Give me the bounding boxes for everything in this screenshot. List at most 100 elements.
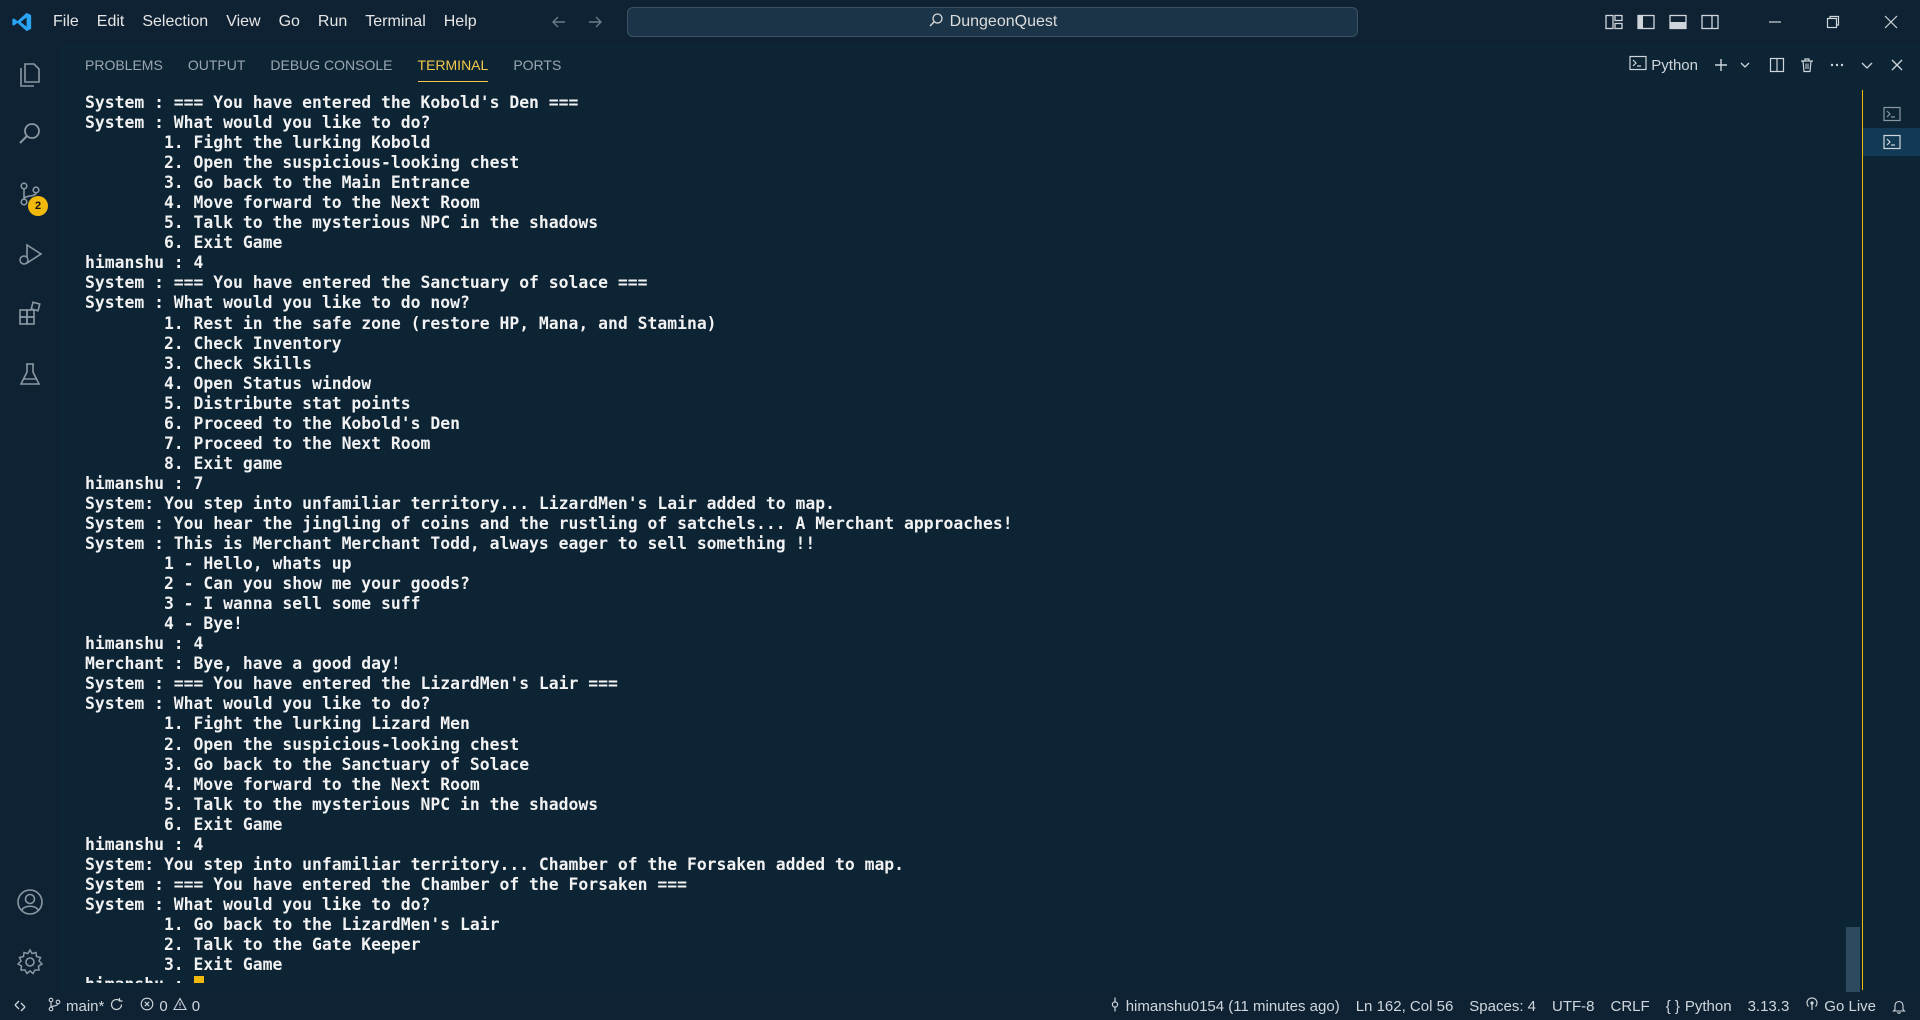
terminal-icon — [1629, 55, 1647, 75]
terminal-line: System : === You have entered the Kobold… — [85, 93, 579, 112]
terminal-line: 2. Talk to the Gate Keeper — [85, 934, 421, 954]
notifications-bell-icon[interactable] — [1884, 992, 1920, 1020]
vscode-logo-icon — [0, 0, 44, 44]
navigation-arrows — [546, 9, 608, 35]
toggle-primary-sidebar-icon[interactable] — [1630, 6, 1662, 38]
cursor-position[interactable]: Ln 162, Col 56 — [1348, 992, 1462, 1020]
git-blame-label: himanshu0154 (11 minutes ago) — [1125, 997, 1340, 1015]
toggle-secondary-sidebar-icon[interactable] — [1694, 6, 1726, 38]
terminal-line: 4 - Bye! — [85, 614, 243, 634]
terminal-line: 8. Exit game — [85, 453, 283, 473]
terminal-line: 5. Talk to the mysterious NPC in the sha… — [85, 213, 599, 233]
source-control-icon[interactable]: 2 — [0, 164, 60, 224]
menu-help[interactable]: Help — [435, 7, 486, 37]
terminal-output[interactable]: System : === You have entered the Kobold… — [85, 93, 1505, 983]
terminal-line: 2. Open the suspicious-looking chest — [85, 153, 520, 173]
title-bar-controls — [1598, 0, 1920, 44]
terminal-line: System : === You have entered the Sanctu… — [85, 273, 648, 293]
search-icon — [928, 12, 944, 33]
back-arrow-icon[interactable] — [546, 9, 572, 35]
terminal-prompt-line[interactable]: himanshu : — [85, 975, 1505, 983]
tab-terminal[interactable]: TERMINAL — [417, 44, 488, 86]
forward-arrow-icon[interactable] — [582, 9, 608, 35]
terminal-instance-1[interactable] — [1863, 100, 1920, 128]
terminal-line: System : What would you like to do now? — [85, 293, 470, 313]
git-blame[interactable]: himanshu0154 (11 minutes ago) — [1101, 992, 1348, 1020]
command-center-label: DungeonQuest — [949, 13, 1058, 30]
terminal-line: 5. Distribute stat points — [85, 393, 411, 413]
menu-file[interactable]: File — [44, 7, 88, 37]
end-of-line[interactable]: CRLF — [1603, 992, 1658, 1020]
tab-debug-console[interactable]: DEBUG CONSOLE — [270, 44, 392, 86]
restore-icon[interactable] — [1804, 0, 1862, 44]
trash-icon[interactable] — [1794, 51, 1820, 79]
status-bar: main* 0 0 himanshu0154 (11 minutes ago) … — [0, 992, 1920, 1020]
terminal-line: System : You hear the jingling of coins … — [85, 513, 1013, 533]
source-control-badge: 2 — [28, 196, 48, 216]
panel: PROBLEMS OUTPUT DEBUG CONSOLE TERMINAL P… — [60, 44, 1920, 1020]
customize-layout-icon[interactable] — [1598, 6, 1630, 38]
terminal-line: 2. Open the suspicious-looking chest — [85, 734, 520, 754]
git-branch-icon — [48, 997, 61, 1016]
remote-indicator-icon[interactable] — [0, 992, 40, 1020]
warning-count: 0 — [191, 997, 201, 1015]
terminal-line: Merchant : Bye, have a good day! — [85, 654, 401, 674]
terminal-line: System : === You have entered the Lizard… — [85, 674, 618, 694]
terminal-instance-2[interactable] — [1863, 128, 1920, 156]
minimize-icon[interactable] — [1746, 0, 1804, 44]
explorer-icon[interactable] — [0, 44, 60, 104]
toggle-panel-icon[interactable] — [1662, 6, 1694, 38]
terminal-line: System: You step into unfamiliar territo… — [85, 854, 905, 874]
indentation[interactable]: Spaces: 4 — [1461, 992, 1544, 1020]
terminal-scrollbar[interactable] — [1846, 92, 1860, 1020]
menu-terminal[interactable]: Terminal — [356, 7, 434, 37]
go-live-label: Go Live — [1824, 997, 1876, 1015]
terminal-line: 3. Go back to the Main Entrance — [85, 173, 470, 193]
warning-icon — [172, 997, 187, 1015]
menu-selection[interactable]: Selection — [133, 7, 217, 37]
maximize-panel-chevron-icon[interactable] — [1854, 51, 1880, 79]
error-icon — [140, 997, 154, 1015]
git-branch[interactable]: main* — [40, 992, 132, 1020]
terminal-line: System : What would you like to do? — [85, 113, 431, 133]
menu-run[interactable]: Run — [309, 7, 356, 37]
terminal-line: 2. Check Inventory — [85, 333, 342, 353]
terminal-profile-button[interactable]: Python — [1629, 51, 1698, 79]
extensions-icon[interactable] — [0, 284, 60, 344]
menu-edit[interactable]: Edit — [88, 7, 134, 37]
more-actions-icon[interactable] — [1824, 51, 1850, 79]
close-window-icon[interactable] — [1862, 0, 1920, 44]
close-panel-icon[interactable] — [1884, 51, 1910, 79]
chevron-down-icon[interactable] — [1738, 51, 1752, 79]
terminal-line: System : What would you like to do? — [85, 894, 431, 914]
gear-icon[interactable] — [0, 932, 60, 992]
terminal-line: 6. Exit Game — [85, 814, 283, 834]
terminal-line: 1. Fight the lurking Lizard Men — [85, 714, 470, 734]
run-debug-icon[interactable] — [0, 224, 60, 284]
terminal-profile-label: Python — [1651, 56, 1698, 74]
menu-view[interactable]: View — [217, 7, 269, 37]
terminal-line: himanshu : 4 — [85, 253, 204, 273]
tab-ports[interactable]: PORTS — [513, 44, 561, 86]
testing-flask-icon[interactable] — [0, 344, 60, 404]
menu-go[interactable]: Go — [270, 7, 309, 37]
encoding[interactable]: UTF-8 — [1544, 992, 1603, 1020]
problems-indicator[interactable]: 0 0 — [132, 992, 208, 1020]
terminal-line: 4. Move forward to the Next Room — [85, 774, 480, 794]
language-mode[interactable]: { } Python — [1658, 992, 1740, 1020]
search-icon[interactable] — [0, 104, 60, 164]
tab-problems[interactable]: PROBLEMS — [85, 44, 163, 86]
new-terminal-button[interactable] — [1708, 51, 1734, 79]
sync-icon[interactable] — [109, 997, 124, 1016]
python-interpreter[interactable]: 3.13.3 — [1740, 992, 1798, 1020]
terminal-line: 3. Check Skills — [85, 353, 312, 373]
accounts-icon[interactable] — [0, 872, 60, 932]
tab-output[interactable]: OUTPUT — [188, 44, 246, 86]
terminal-line: 1. Rest in the safe zone (restore HP, Ma… — [85, 313, 717, 333]
terminal-line: 3. Go back to the Sanctuary of Solace — [85, 754, 530, 774]
split-terminal-icon[interactable] — [1764, 51, 1790, 79]
go-live-button[interactable]: Go Live — [1797, 992, 1884, 1020]
terminal-line: System: You step into unfamiliar territo… — [85, 493, 835, 513]
command-center-search[interactable]: DungeonQuest — [627, 7, 1358, 37]
terminal-line: System : This is Merchant Merchant Todd,… — [85, 534, 816, 554]
